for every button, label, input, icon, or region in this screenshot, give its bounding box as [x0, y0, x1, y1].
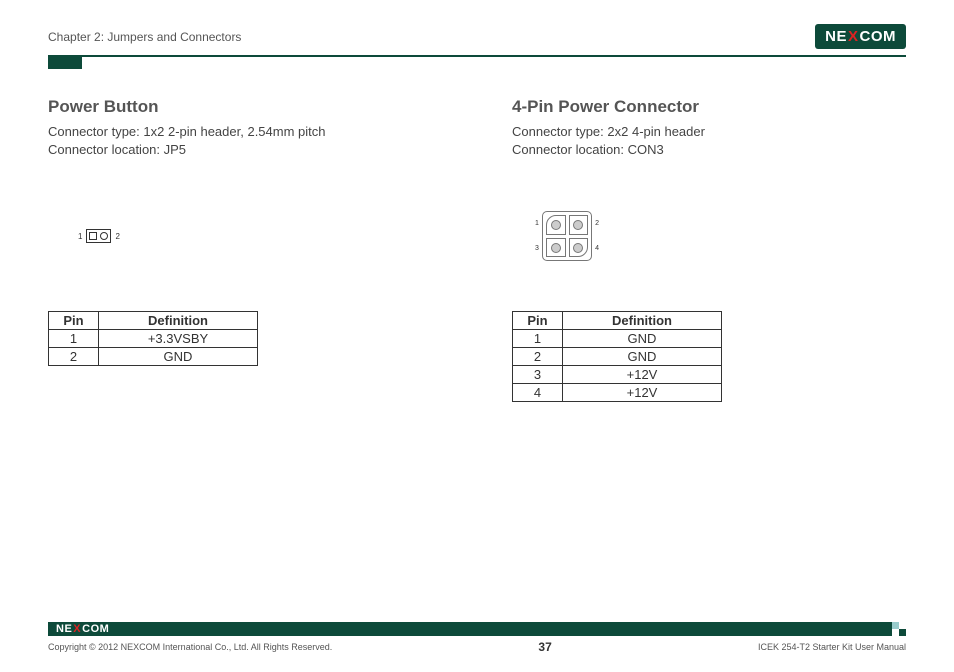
pin-label-2: 2	[595, 220, 599, 227]
pin-cell-3	[546, 238, 566, 258]
power-button-pin-table: Pin Definition 1 +3.3VSBY 2 GND	[48, 311, 258, 366]
th-definition: Definition	[99, 312, 258, 330]
connector-2x2-diagram: 1 2 3 4	[542, 211, 592, 261]
connector-location: Connector location: JP5	[48, 141, 442, 159]
section-title: 4-Pin Power Connector	[512, 97, 906, 117]
connector-location: Connector location: CON3	[512, 141, 906, 159]
pin-label-1: 1	[535, 220, 539, 227]
pin-cell-2	[569, 215, 589, 235]
table-row: 1 +3.3VSBY	[49, 330, 258, 348]
page-header: Chapter 2: Jumpers and Connectors NEXCOM	[48, 24, 906, 49]
copyright-text: Copyright © 2012 NEXCOM International Co…	[48, 642, 332, 652]
th-definition: Definition	[563, 312, 722, 330]
connector-type: Connector type: 1x2 2-pin header, 2.54mm…	[48, 123, 442, 141]
nexcom-logo-footer: NEXCOM	[56, 623, 109, 635]
power-button-section: Power Button Connector type: 1x2 2-pin h…	[48, 97, 442, 402]
footer-decoration-icon	[892, 622, 906, 636]
4pin-power-section: 4-Pin Power Connector Connector type: 2x…	[512, 97, 906, 402]
pin-label-1: 1	[78, 232, 82, 241]
table-row: 1GND	[513, 330, 722, 348]
table-row: 3+12V	[513, 366, 722, 384]
table-row: 4+12V	[513, 384, 722, 402]
connector-1x2-diagram: 1 2	[78, 229, 120, 243]
section-title: Power Button	[48, 97, 442, 117]
table-row: 2 GND	[49, 348, 258, 366]
4pin-power-pin-table: Pin Definition 1GND 2GND 3+12V 4+12V	[512, 311, 722, 402]
pin-label-2: 2	[115, 232, 119, 241]
page-footer: NEXCOM Copyright © 2012 NEXCOM Internati…	[48, 622, 906, 654]
pin-1-icon	[89, 232, 97, 240]
connector-type: Connector type: 2x2 4-pin header	[512, 123, 906, 141]
manual-title: ICEK 254-T2 Starter Kit User Manual	[758, 642, 906, 652]
nexcom-logo: NEXCOM	[815, 24, 906, 49]
pin-cell-1	[546, 215, 566, 235]
pin-label-4: 4	[595, 245, 599, 252]
th-pin: Pin	[49, 312, 99, 330]
th-pin: Pin	[513, 312, 563, 330]
chapter-title: Chapter 2: Jumpers and Connectors	[48, 30, 241, 44]
table-row: 2GND	[513, 348, 722, 366]
pin-cell-4	[569, 238, 589, 258]
header-rule	[48, 55, 906, 57]
pin-2-icon	[100, 232, 108, 240]
pin-label-3: 3	[535, 245, 539, 252]
page-number: 37	[538, 640, 551, 654]
page-tab-marker	[48, 57, 82, 69]
